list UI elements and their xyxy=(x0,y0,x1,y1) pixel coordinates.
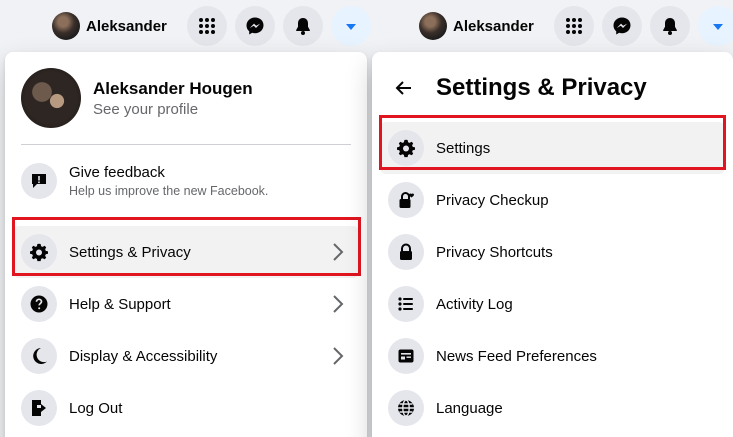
menu-item-label: Privacy Shortcuts xyxy=(436,243,553,261)
lock-heart-icon xyxy=(399,192,414,208)
notifications-button[interactable] xyxy=(282,6,323,46)
feedback-label: Give feedback xyxy=(69,164,165,181)
log-out-item[interactable]: Log Out xyxy=(13,382,359,434)
feedback-icon xyxy=(32,174,46,188)
divider xyxy=(21,144,351,145)
globe-icon xyxy=(398,399,414,417)
menu-item-label: Log Out xyxy=(69,399,123,417)
notifications-button[interactable] xyxy=(649,6,690,46)
divider xyxy=(21,217,351,218)
lock-icon xyxy=(400,243,412,260)
caret-down-icon xyxy=(345,24,356,30)
arrow-left-icon xyxy=(395,81,411,95)
chevron-right-icon xyxy=(333,295,344,313)
menu-item-label: Settings & Privacy xyxy=(69,243,191,261)
top-bar-left: Aleksander xyxy=(52,0,379,52)
bell-icon xyxy=(663,18,677,35)
user-name: Aleksander xyxy=(453,17,534,35)
caret-down-icon xyxy=(712,24,723,30)
help-support-item[interactable]: Help & Support xyxy=(13,278,359,330)
grid-icon xyxy=(198,18,215,34)
gear-icon xyxy=(397,139,415,158)
icon-wrap xyxy=(21,234,57,270)
messenger-icon xyxy=(246,17,264,35)
settings-privacy-menu: Settings & Privacy Settings Privacy Chec… xyxy=(372,52,733,437)
privacy-checkup-item[interactable]: Privacy Checkup xyxy=(380,174,725,226)
menu-item-label: Activity Log xyxy=(436,295,513,313)
settings-privacy-item[interactable]: Settings & Privacy xyxy=(13,226,359,278)
messenger-icon xyxy=(613,17,631,35)
account-menu: Aleksander Hougen See your profile Give … xyxy=(5,52,367,437)
moon-icon xyxy=(33,348,47,364)
profile-chip[interactable]: Aleksander xyxy=(52,9,173,43)
menu-button[interactable] xyxy=(186,6,227,46)
gear-icon xyxy=(30,243,48,262)
icon-wrap xyxy=(21,338,57,374)
icon-wrap xyxy=(388,130,424,166)
messenger-button[interactable] xyxy=(601,6,642,46)
activity-log-item[interactable]: Activity Log xyxy=(380,278,725,330)
back-button[interactable] xyxy=(388,72,420,104)
icon-wrap xyxy=(388,286,424,322)
user-name: Aleksander xyxy=(86,17,167,35)
chevron-right-icon xyxy=(333,347,344,365)
feedback-icon-wrap xyxy=(21,163,57,199)
logout-icon xyxy=(32,400,46,416)
give-feedback-item[interactable]: Give feedback Help us improve the new Fa… xyxy=(13,153,359,209)
menu-item-label: Help & Support xyxy=(69,295,171,313)
chevron-right-icon xyxy=(333,243,344,261)
language-item[interactable]: Language xyxy=(380,382,725,434)
display-accessibility-item[interactable]: Display & Accessibility xyxy=(13,330,359,382)
bell-icon xyxy=(296,18,310,35)
profile-name: Aleksander Hougen xyxy=(93,78,253,98)
icon-wrap xyxy=(388,182,424,218)
menu-item-label: Display & Accessibility xyxy=(69,347,218,365)
account-button[interactable] xyxy=(330,6,371,46)
top-bar-right: Aleksander xyxy=(419,0,733,52)
profile-subtitle: See your profile xyxy=(93,100,199,118)
icon-wrap xyxy=(388,234,424,270)
privacy-shortcuts-item[interactable]: Privacy Shortcuts xyxy=(380,226,725,278)
settings-item[interactable]: Settings xyxy=(380,122,725,174)
panel-header: Settings & Privacy xyxy=(380,60,725,116)
menu-item-label: News Feed Preferences xyxy=(436,347,597,365)
menu-item-label: Settings xyxy=(436,139,491,157)
avatar xyxy=(52,12,80,40)
menu-button[interactable] xyxy=(553,6,594,46)
feedback-sublabel: Help us improve the new Facebook. xyxy=(69,184,269,198)
question-icon xyxy=(30,295,48,313)
avatar xyxy=(419,12,447,40)
icon-wrap xyxy=(388,390,424,426)
account-button[interactable] xyxy=(697,6,733,46)
icon-wrap xyxy=(21,286,57,322)
messenger-button[interactable] xyxy=(234,6,275,46)
icon-wrap xyxy=(21,390,57,426)
profile-link[interactable]: Aleksander Hougen See your profile xyxy=(13,60,359,136)
profile-chip[interactable]: Aleksander xyxy=(419,9,540,43)
grid-icon xyxy=(565,18,582,34)
feed-icon xyxy=(398,349,414,363)
menu-item-label: Language xyxy=(436,399,503,417)
menu-item-label: Privacy Checkup xyxy=(436,191,549,209)
panel-title: Settings & Privacy xyxy=(436,74,647,101)
news-feed-preferences-item[interactable]: News Feed Preferences xyxy=(380,330,725,382)
list-icon xyxy=(398,297,413,311)
avatar xyxy=(21,68,81,128)
icon-wrap xyxy=(388,338,424,374)
